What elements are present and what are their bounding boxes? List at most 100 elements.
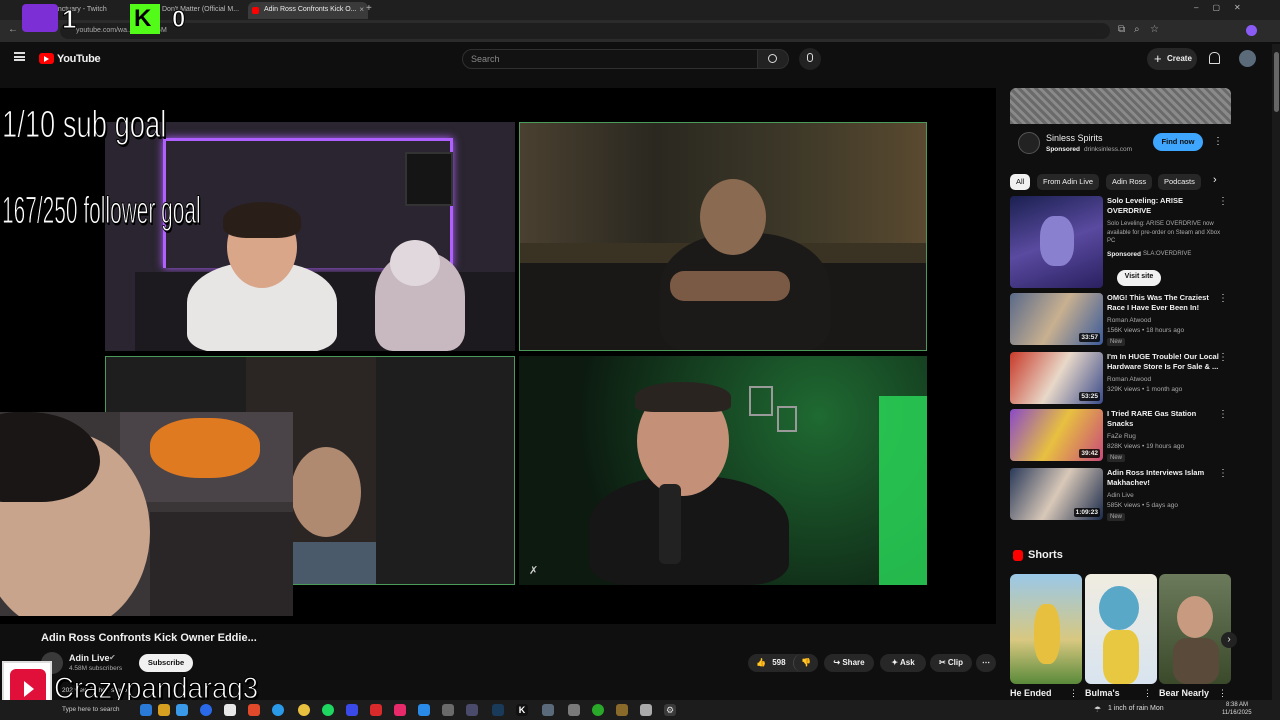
visit-site-button[interactable]: Visit site (1117, 270, 1161, 286)
browser-tab-bar: vonSanctuary - Twitch × Don't Matter (Of… (0, 0, 1280, 20)
ad-more-icon[interactable]: ⋮ (1213, 136, 1223, 147)
more-options-icon[interactable]: ⋮ (1218, 409, 1228, 420)
settings-gear-icon[interactable]: ⚙ (664, 704, 676, 716)
recommendation-item[interactable]: 53:25 I'm In HUGE Trouble! Our Local Har… (1010, 352, 1232, 407)
chip-podcasts[interactable]: Podcasts (1158, 174, 1201, 190)
rec-meta: 156K views • 18 hours ago (1107, 327, 1185, 334)
sponsored-recommendation[interactable]: Solo Leveling: ARISE OVERDRIVE Solo Leve… (1010, 196, 1232, 288)
window-controls[interactable]: –▢✕ (1194, 3, 1255, 12)
taskbar-app-icon[interactable] (224, 704, 236, 716)
new-tab-button[interactable]: + (366, 3, 372, 14)
ad-domain: drinksinless.com (1084, 146, 1133, 153)
rec-meta: 329K views • 1 month ago (1107, 386, 1183, 393)
recommendation-item[interactable]: 39:42 I Tried RARE Gas Station Snacks Fa… (1010, 409, 1232, 464)
back-icon[interactable]: ← (8, 24, 18, 35)
notifications-bell-icon[interactable] (1209, 52, 1220, 64)
youtube-logo-text[interactable]: YouTube (57, 53, 101, 65)
short-thumbnail-1[interactable] (1010, 574, 1082, 684)
taskbar-app-icon[interactable] (140, 704, 152, 716)
bookmark-icon[interactable]: ☆ (1150, 24, 1159, 35)
short-title-3[interactable]: Bear Nearly (1159, 688, 1209, 698)
shorts-icon (1013, 550, 1023, 561)
sponsored-thumbnail (1010, 196, 1103, 288)
chips-next-icon[interactable]: › (1213, 174, 1217, 186)
search-input[interactable]: Search (462, 49, 758, 69)
profile-avatar[interactable] (1246, 25, 1257, 36)
green-pc-lights (879, 396, 927, 585)
short-thumbnail-3[interactable] (1159, 574, 1231, 684)
webcam-overlay (0, 412, 293, 616)
taskbar-search[interactable]: Type here to search (62, 706, 119, 713)
more-options-icon[interactable]: ⋮ (1218, 352, 1228, 363)
clock-date[interactable]: 11/16/2025 (1222, 710, 1252, 716)
taskbar-app-icon[interactable] (640, 704, 652, 716)
rec-title: I Tried RARE Gas Station Snacks (1107, 409, 1197, 428)
short-title-1[interactable]: He Ended (1010, 688, 1052, 698)
chip-all[interactable]: All (1010, 174, 1031, 190)
chip-from-adin-live[interactable]: From Adin Live (1037, 174, 1100, 190)
more-options-icon[interactable]: ⋮ (1218, 196, 1228, 207)
clock-time[interactable]: 8:38 AM (1226, 702, 1248, 708)
ad-name: Sinless Spirits (1046, 133, 1103, 143)
ask-button[interactable]: ✦ Ask (880, 654, 926, 672)
weather-text[interactable]: 1 inch of rain Mon (1108, 705, 1164, 712)
more-actions-button[interactable]: ⋯ (976, 654, 996, 672)
subscribe-button[interactable]: Subscribe (139, 654, 193, 672)
shorts-next-icon[interactable]: › (1221, 632, 1237, 648)
taskbar-app-icon[interactable] (442, 704, 454, 716)
extensions-icon[interactable]: ⧉ (1118, 24, 1125, 35)
taskbar-app-icon[interactable] (272, 704, 284, 716)
kick-logo-overlay: K (130, 4, 160, 34)
menu-icon[interactable] (14, 52, 25, 61)
zoom-icon[interactable]: ⌕ (1134, 24, 1140, 35)
more-options-icon[interactable]: ⋮ (1218, 293, 1228, 304)
create-button[interactable]: + Create (1147, 48, 1197, 70)
voice-search-button[interactable] (799, 48, 821, 70)
taskbar-app-icon[interactable] (176, 704, 188, 716)
short-more-icon[interactable]: ⋮ (1143, 688, 1152, 699)
spotify-icon[interactable] (322, 704, 334, 716)
taskbar-app-icon[interactable] (346, 704, 358, 716)
short-title-2[interactable]: Bulma's (1085, 688, 1120, 698)
taskbar-app-icon[interactable] (418, 704, 430, 716)
search-button[interactable] (757, 49, 789, 69)
taskbar-app-icon[interactable] (370, 704, 382, 716)
short-more-icon[interactable]: ⋮ (1218, 688, 1227, 699)
file-explorer-icon[interactable] (158, 704, 170, 716)
scrollbar-thumb[interactable] (1274, 52, 1279, 112)
edge-icon[interactable] (200, 704, 212, 716)
sub-goal-text: 1/10 sub goal (2, 104, 167, 147)
chrome-icon[interactable] (298, 704, 310, 716)
sponsored-ad-card[interactable]: Sinless Spirits Sponsored drinksinless.c… (1010, 88, 1231, 162)
chip-adin-ross[interactable]: Adin Ross (1106, 174, 1153, 190)
clip-button[interactable]: ✂ Clip (930, 654, 972, 672)
xbox-icon[interactable] (592, 704, 604, 716)
short-thumbnail-2[interactable] (1085, 574, 1157, 684)
recommendation-item[interactable]: 1:09:23 Adin Ross Interviews Islam Makha… (1010, 468, 1232, 523)
recommendation-item[interactable]: 33:57 OMG! This Was The Craziest Race I … (1010, 293, 1232, 348)
tab-adin-ross[interactable]: Adin Ross Confronts Kick O... × (248, 2, 368, 19)
share-button[interactable]: ↪ Share (824, 654, 874, 672)
channel-name[interactable]: Adin Live (69, 653, 110, 663)
close-tab-icon[interactable]: × (359, 5, 364, 14)
tiktok-icon[interactable] (394, 704, 406, 716)
taskbar-app-icon[interactable] (248, 704, 260, 716)
address-bar[interactable]: youtube.com/wa...TruBhoGM (60, 23, 1110, 39)
short-more-icon[interactable]: ⋮ (1069, 688, 1078, 699)
taskbar-app-icon[interactable] (542, 704, 554, 716)
taskbar-app-icon[interactable] (466, 704, 478, 716)
more-options-icon[interactable]: ⋮ (1218, 468, 1228, 479)
rec-channel: Roman Atwood (1107, 376, 1152, 383)
short-figure-body (1103, 630, 1139, 684)
orange-plush (150, 418, 260, 478)
taskbar-app-icon[interactable] (616, 704, 628, 716)
wall-picture (749, 386, 773, 416)
ad-cta-button[interactable]: Find now (1153, 133, 1203, 151)
kick-app-icon[interactable]: K (516, 704, 528, 716)
dislike-button[interactable]: 👎 (793, 654, 818, 672)
steam-icon[interactable] (492, 704, 504, 716)
account-avatar[interactable] (1239, 50, 1256, 67)
page-scrollbar[interactable] (1272, 44, 1280, 700)
youtube-logo-icon[interactable] (39, 53, 54, 64)
taskbar-app-icon[interactable] (568, 704, 580, 716)
